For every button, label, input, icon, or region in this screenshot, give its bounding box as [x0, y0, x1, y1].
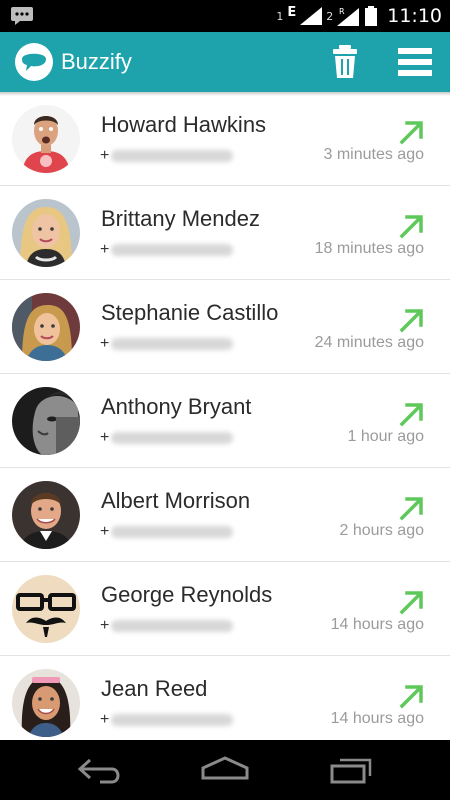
outgoing-call-arrow-icon [399, 309, 423, 333]
recent-apps-icon[interactable] [328, 754, 376, 786]
call-time: 14 hours ago [330, 710, 424, 727]
call-log-item[interactable]: Brittany Mendez + 18 minutes ago [0, 186, 450, 280]
app-bar: Buzzify [0, 32, 450, 92]
blurred-phone-digits [111, 432, 234, 444]
contact-avatar [12, 669, 80, 737]
contact-name: Brittany Mendez [101, 206, 260, 231]
navigation-bar [0, 740, 450, 800]
message-notification-icon [11, 7, 33, 25]
contact-name: Albert Morrison [101, 488, 251, 513]
phone-prefix: + [100, 147, 110, 164]
phone-number: + [100, 146, 234, 166]
status-bar: 1 E 2 R 11:10 [0, 0, 450, 32]
blurred-phone-digits [111, 338, 234, 350]
outgoing-call-arrow-icon [399, 403, 423, 427]
outgoing-call-arrow-icon [399, 591, 423, 615]
call-log-list: Howard Hawkins + 3 minutes ago Brittany … [0, 92, 450, 750]
blurred-phone-digits [111, 526, 234, 538]
battery-icon [365, 6, 378, 26]
signal-strength-roaming-icon: R [337, 7, 360, 26]
outgoing-call-arrow-icon [399, 121, 423, 145]
contact-avatar [12, 293, 80, 361]
call-log-item[interactable]: Howard Hawkins + 3 minutes ago [0, 92, 450, 186]
call-time: 18 minutes ago [314, 240, 424, 257]
call-time: 24 minutes ago [314, 334, 424, 351]
call-log-item[interactable]: Stephanie Castillo + 24 minutes ago [0, 280, 450, 374]
phone-number: + [100, 522, 234, 542]
outgoing-call-arrow-icon [399, 497, 423, 521]
call-log-item[interactable]: Albert Morrison + 2 hours ago [0, 468, 450, 562]
app-bar-shadow [0, 92, 450, 96]
clock: 11:10 [387, 5, 442, 27]
trash-icon[interactable] [328, 42, 362, 82]
call-log-item[interactable]: Anthony Bryant + 1 hour ago [0, 374, 450, 468]
roaming-label: R [339, 7, 345, 16]
blurred-phone-digits [111, 244, 234, 256]
phone-number: + [100, 710, 234, 730]
signal-strength-icon [300, 7, 323, 25]
contact-avatar [12, 481, 80, 549]
call-time: 1 hour ago [347, 428, 424, 445]
blurred-phone-digits [111, 620, 234, 632]
call-time: 3 minutes ago [323, 146, 424, 163]
contact-name: Anthony Bryant [101, 394, 252, 419]
screen: 1 E 2 R 11:10 Buzzify Howard Hawkins + 3… [0, 0, 450, 800]
phone-number: + [100, 616, 234, 636]
blurred-phone-digits [111, 150, 234, 162]
contact-name: Stephanie Castillo [101, 300, 279, 325]
contact-avatar [12, 105, 80, 173]
network-type-label: E [287, 4, 297, 20]
phone-prefix: + [100, 429, 110, 446]
sim1-label: 1 [276, 9, 284, 23]
phone-prefix: + [100, 241, 110, 258]
phone-number: + [100, 240, 234, 260]
home-icon[interactable] [201, 754, 249, 786]
phone-number: + [100, 334, 234, 354]
outgoing-call-arrow-icon [399, 685, 423, 709]
call-log-item[interactable]: Jean Reed + 14 hours ago [0, 656, 450, 750]
blurred-phone-digits [111, 714, 234, 726]
phone-prefix: + [100, 335, 110, 352]
contact-name: Jean Reed [101, 676, 208, 701]
contact-name: Howard Hawkins [101, 112, 267, 137]
sim2-label: 2 [326, 9, 334, 23]
phone-prefix: + [100, 711, 110, 728]
app-title: Buzzify [61, 49, 132, 74]
phone-number: + [100, 428, 234, 448]
contact-avatar [12, 387, 80, 455]
contact-name: George Reynolds [101, 582, 273, 607]
status-icons: 1 E 2 R 11:10 [276, 0, 442, 32]
call-time: 14 hours ago [330, 616, 424, 633]
call-log-item[interactable]: George Reynolds + 14 hours ago [0, 562, 450, 656]
hamburger-menu-icon[interactable] [394, 44, 436, 80]
outgoing-call-arrow-icon [399, 215, 423, 239]
contact-avatar [12, 199, 80, 267]
phone-prefix: + [100, 617, 110, 634]
call-time: 2 hours ago [339, 522, 424, 539]
back-icon[interactable] [76, 754, 124, 786]
phone-prefix: + [100, 523, 110, 540]
speech-bubble-icon [15, 43, 53, 81]
contact-avatar [12, 575, 80, 643]
